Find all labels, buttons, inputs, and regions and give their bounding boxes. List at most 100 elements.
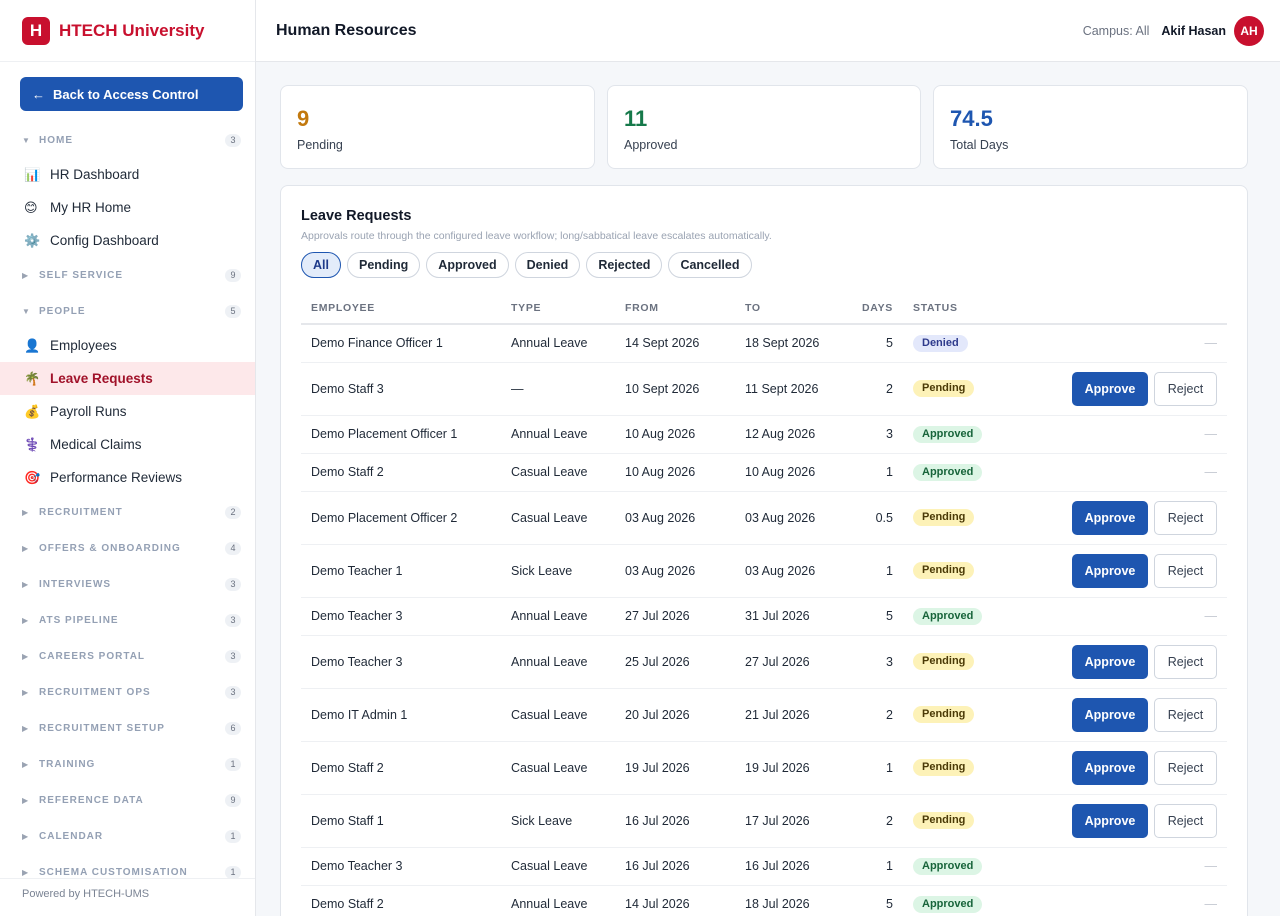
sidebar-item-hr-dashboard[interactable]: 📊 HR Dashboard [0,158,255,191]
nav-section-ats-pipeline[interactable]: ▶ ATS PIPELINE 3 [0,602,255,638]
nav-section-count: 5 [225,304,241,318]
sidebar-item-config-dashboard[interactable]: ⚙️ Config Dashboard [0,224,255,257]
reject-button[interactable]: Reject [1154,500,1217,535]
caret-right-icon: ▶ [22,723,29,733]
reject-button[interactable]: Reject [1154,553,1217,588]
approve-button[interactable]: Approve [1072,500,1148,535]
no-action: — [1204,465,1218,479]
sidebar-item-performance-reviews[interactable]: 🎯 Performance Reviews [0,461,255,494]
table-row: Demo Teacher 3 Casual Leave 16 Jul 2026 16 … [301,847,1227,886]
approve-button[interactable]: Approve [1072,553,1148,588]
sidebar-item-label: My HR Home [50,200,132,215]
cell-days: 1 [833,453,903,492]
approve-button[interactable]: Approve [1072,644,1148,679]
nav-section-people[interactable]: ▼ PEOPLE 5 [0,293,255,329]
nav-section-calendar[interactable]: ▶ CALENDAR 1 [0,818,255,854]
filter-all[interactable]: All [301,252,341,278]
cell-employee: Demo Placement Officer 1 [301,415,501,454]
filter-cancelled[interactable]: Cancelled [668,252,752,278]
nav-section-title: SCHEMA CUSTOMISATION [39,866,188,878]
column-header-days[interactable]: DAYS [833,292,903,325]
sidebar-item-medical-claims[interactable]: ⚕️ Medical Claims [0,428,255,461]
sidebar-item-payroll-runs[interactable]: 💰 Payroll Runs [0,395,255,428]
nav-section-recruitment-setup[interactable]: ▶ RECRUITMENT SETUP 6 [0,710,255,746]
status-badge: Pending [913,759,975,776]
nav-section-careers-portal[interactable]: ▶ CAREERS PORTAL 3 [0,638,255,674]
brand[interactable]: H HTECH University [0,0,255,62]
sidebar-item-my-hr-home[interactable]: 😊 My HR Home [0,191,255,224]
cell-days: 2 [833,362,903,416]
nav-section-training[interactable]: ▶ TRAINING 1 [0,746,255,782]
table-header-row: EMPLOYEE TYPE FROM TO DAYS STATUS [301,292,1227,325]
cell-from: 10 Sept 2026 [615,362,735,416]
medical-icon: ⚕️ [24,436,41,452]
cell-from: 16 Jul 2026 [615,847,735,886]
nav-section-self-service[interactable]: ▶ SELF SERVICE 9 [0,257,255,293]
user-name[interactable]: Akif Hasan [1161,24,1226,38]
money-bag-icon: 💰 [24,403,41,419]
nav-section-count: 4 [225,541,241,555]
cell-status: Pending [903,688,1023,742]
caret-right-icon: ▶ [22,579,29,589]
palm-tree-icon: 🌴 [24,370,41,386]
nav-section-title: TRAINING [39,758,96,770]
stat-label: Pending [297,138,343,152]
reject-button[interactable]: Reject [1154,803,1217,838]
approve-button[interactable]: Approve [1072,697,1148,732]
brand-logo: H [22,16,50,45]
column-header-employee[interactable]: EMPLOYEE [301,292,501,325]
cell-status: Approved [903,847,1023,886]
cell-from: 14 Sept 2026 [615,324,735,363]
cell-employee: Demo Teacher 3 [301,597,501,636]
cell-days: 5 [833,597,903,636]
nav-section-interviews[interactable]: ▶ INTERVIEWS 3 [0,566,255,602]
filter-pending[interactable]: Pending [346,252,421,278]
column-header-from[interactable]: FROM [615,292,735,325]
column-header-status[interactable]: STATUS [903,292,1023,325]
nav-section-recruitment[interactable]: ▶ RECRUITMENT 2 [0,494,255,530]
nav-section-reference-data[interactable]: ▶ REFERENCE DATA 9 [0,782,255,818]
status-badge: Approved [913,463,983,481]
panel-subtitle: Approvals route through the configured l… [301,230,772,242]
nav-section-count: 3 [225,577,241,591]
cell-status: Approved [903,597,1023,636]
nav-section-offers-and-onboarding[interactable]: ▶ OFFERS & ONBOARDING 4 [0,530,255,566]
filter-approved[interactable]: Approved [426,252,509,278]
nav-section-count: 3 [225,613,241,627]
avatar[interactable]: AH [1234,15,1264,46]
cell-type: Casual Leave [501,741,615,795]
cell-from: 03 Aug 2026 [615,544,735,598]
nav-section-home[interactable]: ▼ HOME 3 [0,122,255,158]
caret-right-icon: ▶ [22,867,29,877]
approve-button[interactable]: Approve [1072,803,1148,838]
cell-type: Sick Leave [501,544,615,598]
cell-type: Annual Leave [501,597,615,636]
reject-button[interactable]: Reject [1154,697,1217,732]
cell-employee: Demo Staff 2 [301,885,501,916]
sidebar-item-employees[interactable]: 👤 Employees [0,329,255,362]
status-badge: Approved [913,607,983,625]
approve-button[interactable]: Approve [1072,750,1148,785]
reject-button[interactable]: Reject [1154,371,1217,406]
filter-rejected[interactable]: Rejected [586,252,663,278]
column-header-type[interactable]: TYPE [501,292,615,325]
sidebar-item-leave-requests[interactable]: 🌴 Leave Requests [0,362,255,395]
reject-button[interactable]: Reject [1154,750,1217,785]
caret-down-icon: ▼ [22,306,30,316]
reject-button[interactable]: Reject [1154,644,1217,679]
cell-status: Pending [903,794,1023,848]
caret-right-icon: ▶ [22,759,29,769]
sidebar-item-label: Performance Reviews [50,470,183,485]
campus-selector[interactable]: Campus: All [1083,24,1150,38]
nav-section-recruitment-ops[interactable]: ▶ RECRUITMENT OPS 3 [0,674,255,710]
cell-type: Sick Leave [501,794,615,848]
status-badge: Pending [913,562,975,579]
filter-denied[interactable]: Denied [514,252,581,278]
nav-section-title: INTERVIEWS [39,578,112,590]
back-to-access-control-button[interactable]: ← Back to Access Control [20,77,243,111]
cell-employee: Demo Finance Officer 1 [301,324,501,363]
approve-button[interactable]: Approve [1072,371,1148,406]
smile-icon: 😊 [24,199,38,215]
column-header-to[interactable]: TO [735,292,833,325]
sidebar-item-label: HR Dashboard [50,167,140,182]
